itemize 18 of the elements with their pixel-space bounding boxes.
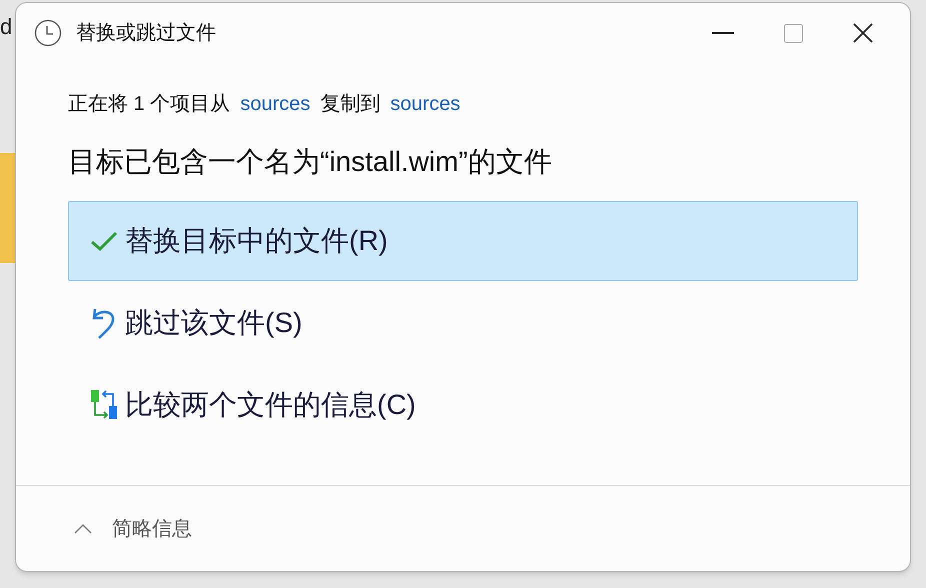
details-toggle[interactable]: 简略信息 [74, 514, 192, 544]
folder-link[interactable]: sources [390, 89, 460, 119]
minimize-icon [712, 32, 734, 34]
check-icon [89, 230, 119, 252]
option-item[interactable]: 替换目标中的文件(R) [68, 201, 858, 281]
conflict-heading: 目标已包含一个名为“install.wim”的文件 [68, 145, 553, 179]
chevron-up-icon [74, 524, 92, 534]
option-item[interactable]: 跳过该文件(S) [68, 283, 858, 363]
copy-status-text: 正在将 1 个项目从 [68, 92, 230, 117]
maximize-icon [784, 24, 802, 42]
copy-status-text: 复制到 [320, 92, 380, 117]
folder-link[interactable]: sources [240, 89, 310, 119]
compare-files-icon [89, 388, 119, 422]
window-title: 替换或跳过文件 [76, 21, 216, 46]
background-text: d [0, 16, 14, 38]
close-icon [853, 23, 873, 43]
option-item[interactable]: 比较两个文件的信息(C) [68, 365, 858, 445]
clock-icon [34, 19, 62, 47]
